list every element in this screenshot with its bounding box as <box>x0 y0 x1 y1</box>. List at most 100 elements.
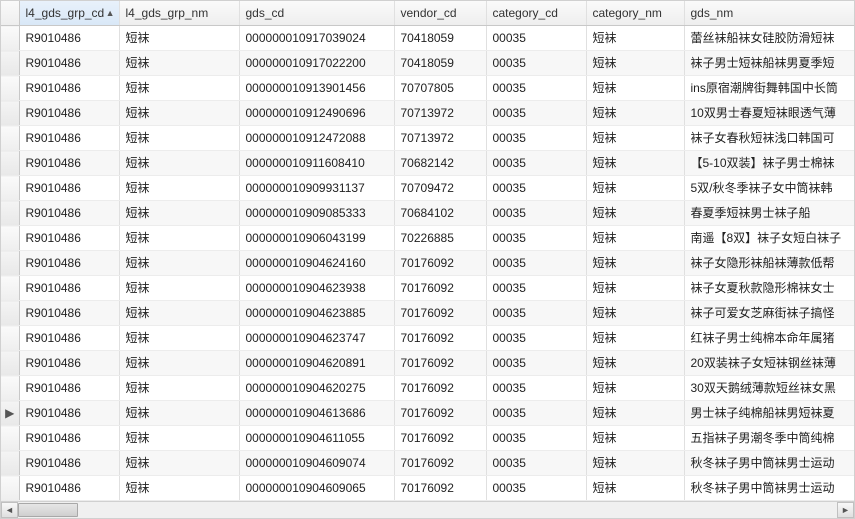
cell-category-cd[interactable]: 00035 <box>486 401 586 426</box>
cell-grp-cd[interactable]: R9010486 <box>19 351 119 376</box>
cell-grp-nm[interactable]: 短袜 <box>119 176 239 201</box>
cell-vendor-cd[interactable]: 70682142 <box>394 151 486 176</box>
cell-gds-nm[interactable]: ins原宿潮牌街舞韩国中长筒 <box>684 76 854 101</box>
table-row[interactable]: R9010486短袜000000010904620891701760920003… <box>1 351 854 376</box>
cell-category-nm[interactable]: 短袜 <box>586 401 684 426</box>
scroll-right-button[interactable]: ► <box>837 502 854 518</box>
cell-grp-nm[interactable]: 短袜 <box>119 51 239 76</box>
cell-category-nm[interactable]: 短袜 <box>586 26 684 51</box>
cell-grp-cd[interactable]: R9010486 <box>19 426 119 451</box>
cell-category-nm[interactable]: 短袜 <box>586 426 684 451</box>
table-row[interactable]: R9010486短袜000000010917039024704180590003… <box>1 26 854 51</box>
cell-grp-nm[interactable]: 短袜 <box>119 376 239 401</box>
cell-category-cd[interactable]: 00035 <box>486 76 586 101</box>
cell-grp-cd[interactable]: R9010486 <box>19 476 119 501</box>
cell-category-cd[interactable]: 00035 <box>486 351 586 376</box>
cell-gds-cd[interactable]: 000000010904613686 <box>239 401 394 426</box>
cell-grp-cd[interactable]: R9010486 <box>19 326 119 351</box>
cell-grp-cd[interactable]: R9010486 <box>19 151 119 176</box>
col-header-vendor-cd[interactable]: vendor_cd <box>394 1 486 26</box>
cell-category-cd[interactable]: 00035 <box>486 326 586 351</box>
cell-grp-nm[interactable]: 短袜 <box>119 351 239 376</box>
cell-grp-cd[interactable]: R9010486 <box>19 251 119 276</box>
table-row[interactable]: R9010486短袜000000010904611055701760920003… <box>1 426 854 451</box>
cell-gds-nm[interactable]: 20双装袜子女短袜钢丝袜薄 <box>684 351 854 376</box>
cell-gds-cd[interactable]: 000000010904611055 <box>239 426 394 451</box>
cell-grp-nm[interactable]: 短袜 <box>119 251 239 276</box>
cell-grp-nm[interactable]: 短袜 <box>119 101 239 126</box>
cell-grp-nm[interactable]: 短袜 <box>119 126 239 151</box>
table-row[interactable]: R9010486短袜000000010909931137707094720003… <box>1 176 854 201</box>
cell-vendor-cd[interactable]: 70176092 <box>394 376 486 401</box>
cell-vendor-cd[interactable]: 70713972 <box>394 126 486 151</box>
cell-category-nm[interactable]: 短袜 <box>586 301 684 326</box>
cell-grp-nm[interactable]: 短袜 <box>119 401 239 426</box>
table-row[interactable]: ▶R9010486短袜00000001090461368670176092000… <box>1 401 854 426</box>
cell-vendor-cd[interactable]: 70176092 <box>394 351 486 376</box>
cell-vendor-cd[interactable]: 70713972 <box>394 101 486 126</box>
cell-vendor-cd[interactable]: 70684102 <box>394 201 486 226</box>
table-row[interactable]: R9010486短袜000000010906043199702268850003… <box>1 226 854 251</box>
cell-grp-cd[interactable]: R9010486 <box>19 276 119 301</box>
cell-gds-cd[interactable]: 000000010904620891 <box>239 351 394 376</box>
cell-grp-nm[interactable]: 短袜 <box>119 301 239 326</box>
cell-category-cd[interactable]: 00035 <box>486 101 586 126</box>
cell-gds-nm[interactable]: 红袜子男士纯棉本命年属猪 <box>684 326 854 351</box>
cell-vendor-cd[interactable]: 70176092 <box>394 301 486 326</box>
cell-category-nm[interactable]: 短袜 <box>586 326 684 351</box>
table-row[interactable]: R9010486短袜000000010912472088707139720003… <box>1 126 854 151</box>
cell-gds-nm[interactable]: 秋冬袜子男中筒袜男士运动 <box>684 476 854 501</box>
table-row[interactable]: R9010486短袜000000010911608410706821420003… <box>1 151 854 176</box>
col-header-grp-nm[interactable]: l4_gds_grp_nm <box>119 1 239 26</box>
cell-grp-cd[interactable]: R9010486 <box>19 376 119 401</box>
col-header-category-cd[interactable]: category_cd <box>486 1 586 26</box>
cell-category-nm[interactable]: 短袜 <box>586 51 684 76</box>
cell-gds-cd[interactable]: 000000010913901456 <box>239 76 394 101</box>
cell-category-nm[interactable]: 短袜 <box>586 101 684 126</box>
table-row[interactable]: R9010486短袜000000010904609065701760920003… <box>1 476 854 501</box>
scroll-left-button[interactable]: ◄ <box>1 502 18 518</box>
cell-category-nm[interactable]: 短袜 <box>586 351 684 376</box>
scrollbar-track[interactable] <box>18 502 837 518</box>
cell-grp-cd[interactable]: R9010486 <box>19 301 119 326</box>
table-row[interactable]: R9010486短袜000000010904609074701760920003… <box>1 451 854 476</box>
cell-category-nm[interactable]: 短袜 <box>586 201 684 226</box>
cell-grp-cd[interactable]: R9010486 <box>19 176 119 201</box>
table-row[interactable]: R9010486短袜000000010909085333706841020003… <box>1 201 854 226</box>
cell-gds-cd[interactable]: 000000010904609074 <box>239 451 394 476</box>
cell-gds-cd[interactable]: 000000010904623747 <box>239 326 394 351</box>
cell-gds-cd[interactable]: 000000010912472088 <box>239 126 394 151</box>
cell-vendor-cd[interactable]: 70176092 <box>394 401 486 426</box>
cell-category-cd[interactable]: 00035 <box>486 226 586 251</box>
cell-gds-cd[interactable]: 000000010904624160 <box>239 251 394 276</box>
cell-category-cd[interactable]: 00035 <box>486 301 586 326</box>
cell-gds-cd[interactable]: 000000010917022200 <box>239 51 394 76</box>
cell-vendor-cd[interactable]: 70176092 <box>394 426 486 451</box>
table-row[interactable]: R9010486短袜000000010917022200704180590003… <box>1 51 854 76</box>
cell-vendor-cd[interactable]: 70176092 <box>394 451 486 476</box>
cell-category-cd[interactable]: 00035 <box>486 476 586 501</box>
cell-gds-nm[interactable]: 袜子女春秋短袜浅口韩国可 <box>684 126 854 151</box>
table-row[interactable]: R9010486短袜000000010904620275701760920003… <box>1 376 854 401</box>
cell-category-nm[interactable]: 短袜 <box>586 151 684 176</box>
table-row[interactable]: R9010486短袜000000010904623885701760920003… <box>1 301 854 326</box>
cell-category-nm[interactable]: 短袜 <box>586 376 684 401</box>
scrollbar-thumb[interactable] <box>18 503 78 517</box>
cell-gds-nm[interactable]: 秋冬袜子男中筒袜男士运动 <box>684 451 854 476</box>
cell-gds-nm[interactable]: 30双天鹅绒薄款短丝袜女黑 <box>684 376 854 401</box>
cell-grp-cd[interactable]: R9010486 <box>19 226 119 251</box>
cell-category-nm[interactable]: 短袜 <box>586 76 684 101</box>
cell-gds-nm[interactable]: 五指袜子男潮冬季中筒纯棉 <box>684 426 854 451</box>
cell-category-nm[interactable]: 短袜 <box>586 226 684 251</box>
col-header-category-nm[interactable]: category_nm <box>586 1 684 26</box>
cell-category-nm[interactable]: 短袜 <box>586 276 684 301</box>
cell-grp-nm[interactable]: 短袜 <box>119 451 239 476</box>
cell-category-nm[interactable]: 短袜 <box>586 251 684 276</box>
cell-category-cd[interactable]: 00035 <box>486 376 586 401</box>
cell-category-nm[interactable]: 短袜 <box>586 126 684 151</box>
cell-vendor-cd[interactable]: 70226885 <box>394 226 486 251</box>
cell-gds-cd[interactable]: 000000010917039024 <box>239 26 394 51</box>
cell-grp-cd[interactable]: R9010486 <box>19 51 119 76</box>
cell-grp-nm[interactable]: 短袜 <box>119 201 239 226</box>
cell-category-cd[interactable]: 00035 <box>486 276 586 301</box>
